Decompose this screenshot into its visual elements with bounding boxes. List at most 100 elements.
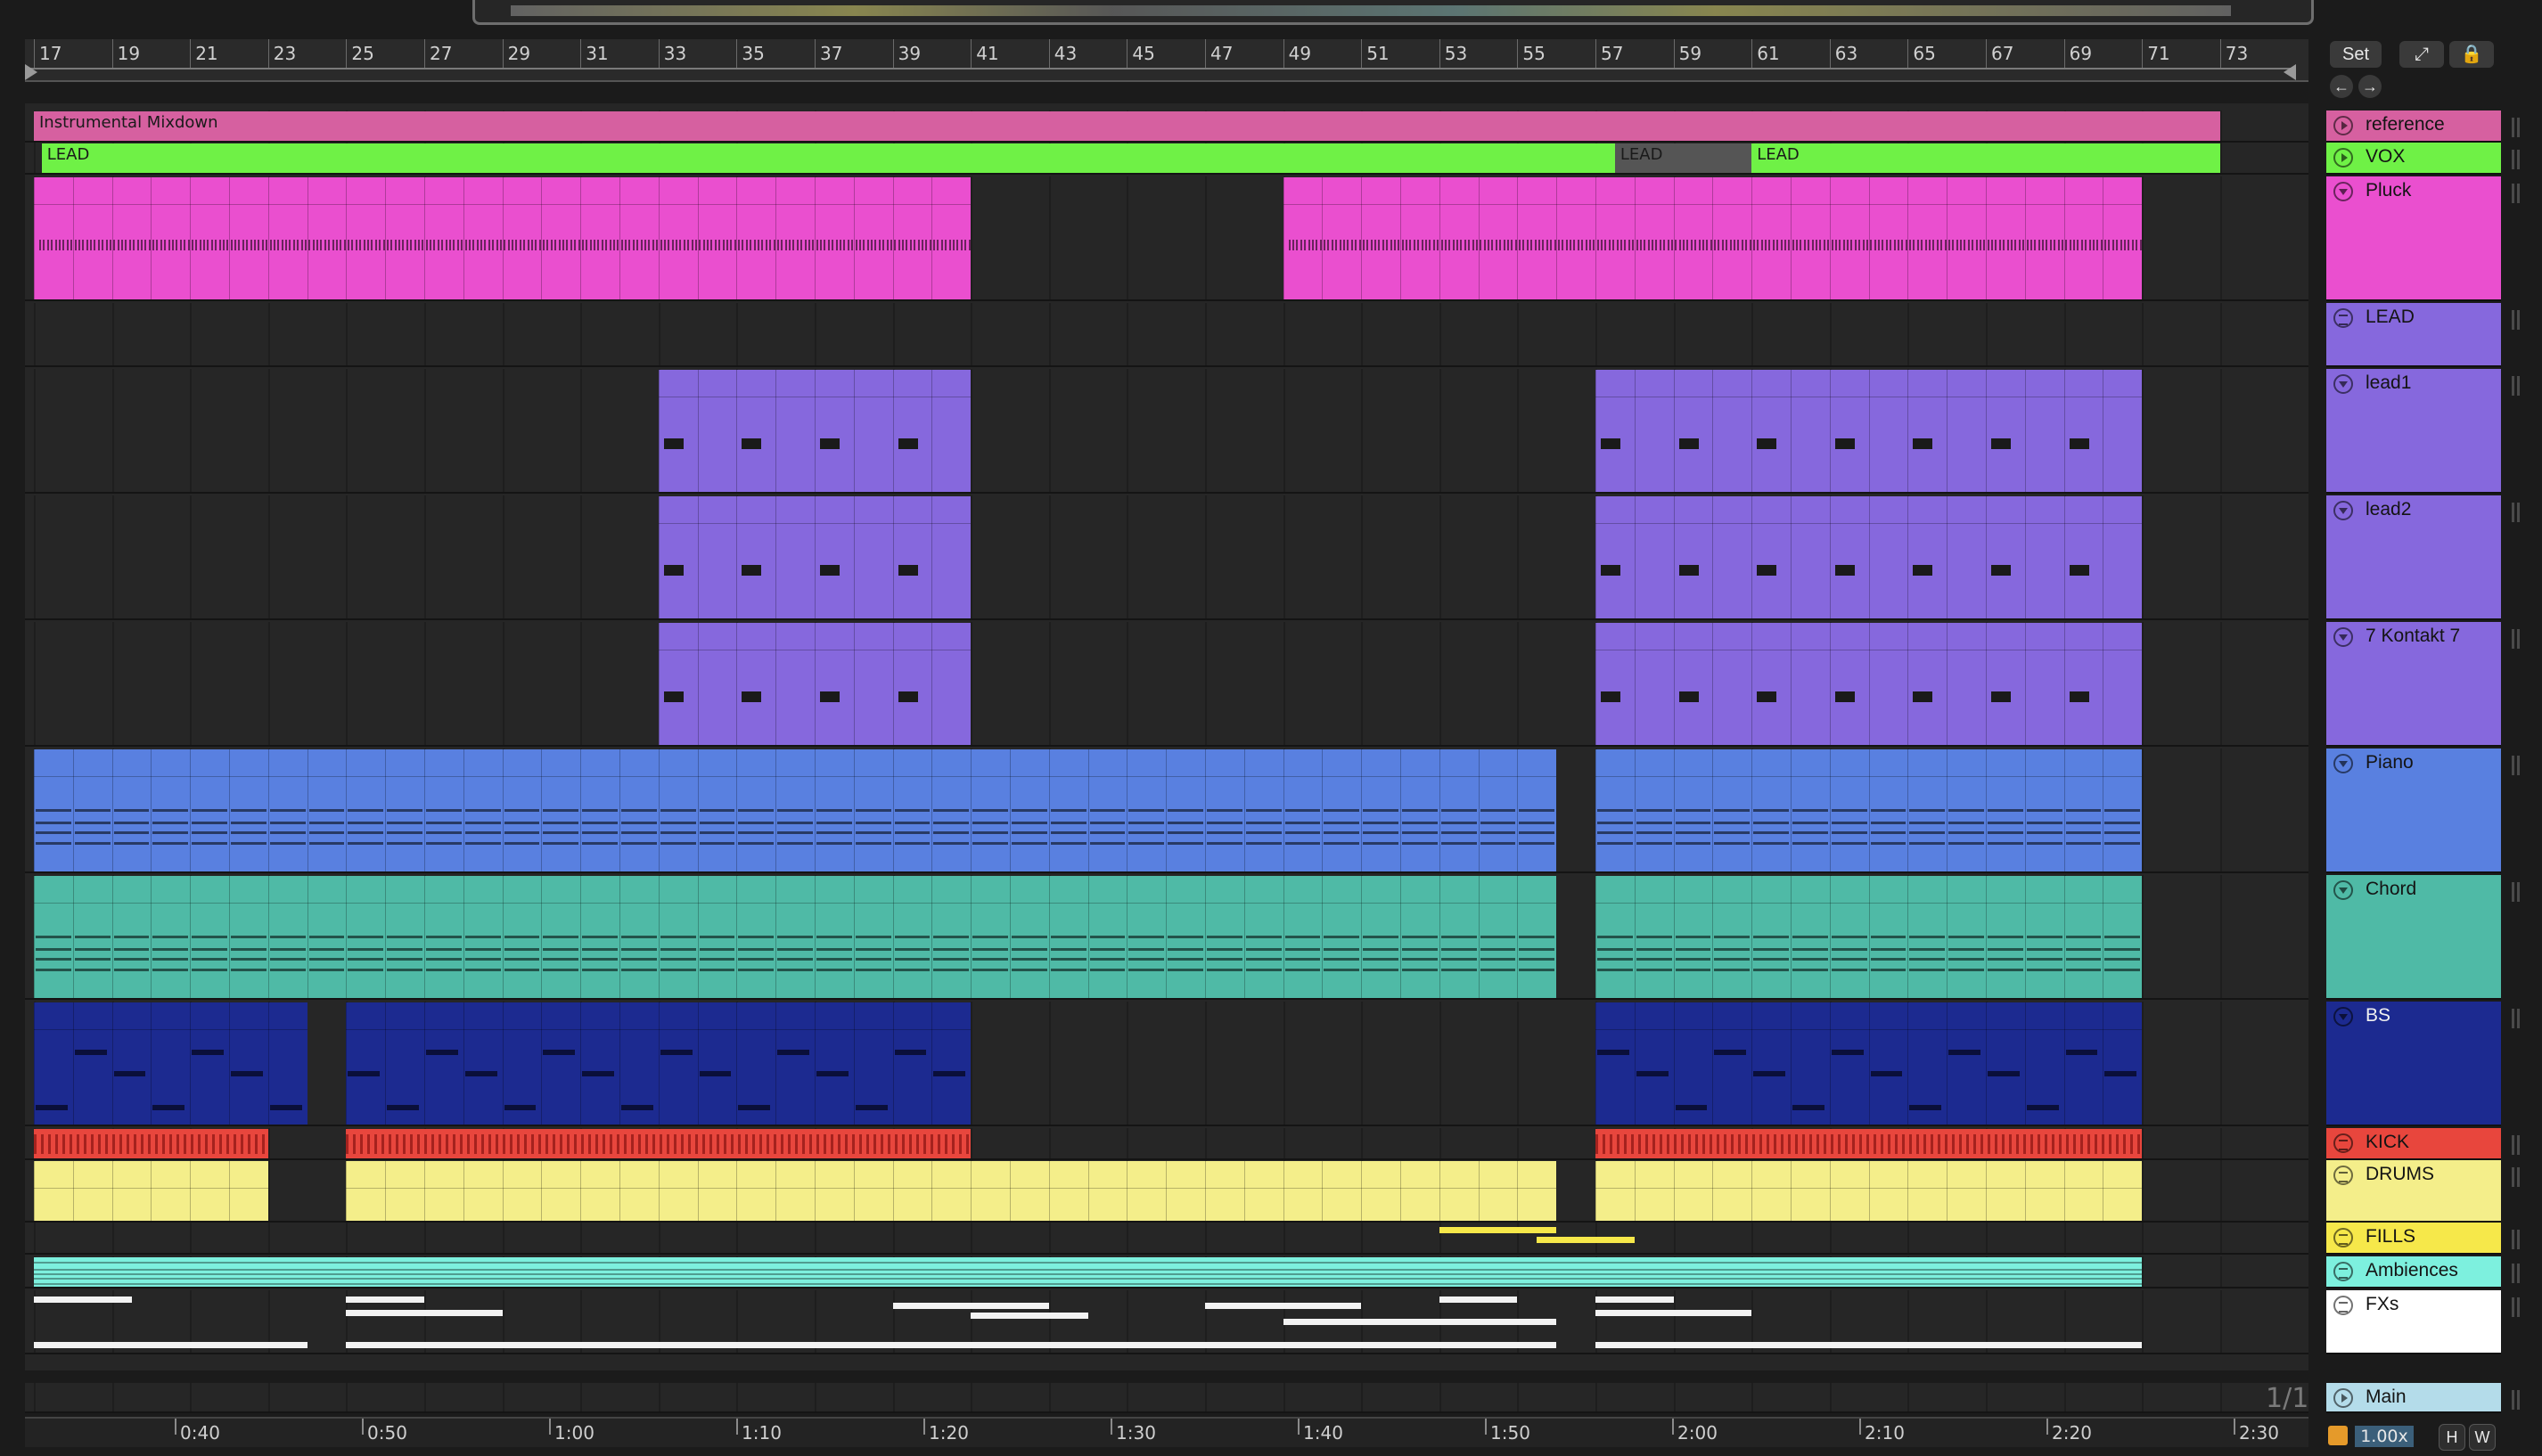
fx-clip[interactable] (346, 1309, 503, 1316)
fold-icon[interactable] (2333, 1007, 2353, 1027)
fx-clip[interactable] (34, 1296, 132, 1304)
track-resize-handle[interactable] (2512, 1223, 2522, 1255)
track-header-fills[interactable]: FILLS (2326, 1223, 2501, 1255)
track-header-drums[interactable]: DRUMS (2326, 1160, 2501, 1223)
cpu-meter-icon[interactable] (2328, 1426, 2348, 1445)
clip[interactable]: Instrumental Mixdown (34, 111, 2220, 141)
clip[interactable] (1283, 177, 2143, 299)
h-button[interactable]: H (2439, 1424, 2465, 1451)
fold-icon[interactable] (2333, 754, 2353, 773)
clip[interactable] (1595, 749, 2143, 871)
track-header-kick[interactable]: KICK (2326, 1128, 2501, 1160)
clip[interactable] (1595, 496, 2143, 618)
track-resize-handle[interactable] (2512, 1002, 2522, 1126)
track-lane[interactable] (25, 1160, 2308, 1223)
fx-clip[interactable] (1439, 1296, 1518, 1304)
fold-icon[interactable] (2333, 182, 2353, 201)
fx-clip[interactable] (1595, 1296, 1674, 1304)
track-lane[interactable] (25, 748, 2308, 873)
clip[interactable] (346, 1161, 972, 1221)
clip[interactable] (34, 1257, 2143, 1287)
track-header-bs[interactable]: BS (2326, 1002, 2501, 1126)
track-lane[interactable] (25, 1128, 2308, 1160)
track-resize-handle[interactable] (2512, 369, 2522, 494)
group-icon[interactable] (2333, 308, 2353, 328)
track-header-7-kontakt-7[interactable]: 7 Kontakt 7 (2326, 622, 2501, 747)
fx-clip[interactable] (892, 1303, 1049, 1310)
clip[interactable] (34, 1161, 268, 1221)
track-header-reference[interactable]: reference (2326, 110, 2501, 143)
track-lane[interactable] (25, 176, 2308, 301)
group-icon[interactable] (2333, 1228, 2353, 1247)
track-resize-handle[interactable] (2512, 1290, 2522, 1354)
track-lane[interactable] (25, 622, 2308, 747)
track-lane[interactable]: Instrumental Mixdown (25, 110, 2308, 143)
track-resize-handle[interactable] (2512, 1383, 2522, 1413)
clip[interactable]: LEAD (1751, 143, 2220, 173)
track-lane[interactable] (25, 875, 2308, 1000)
clip[interactable] (34, 1129, 268, 1158)
track-header-pluck[interactable]: Pluck (2326, 176, 2501, 301)
fx-clip[interactable] (34, 1341, 308, 1348)
zoom-value[interactable]: 1.00x (2355, 1426, 2414, 1447)
track-resize-handle[interactable] (2512, 110, 2522, 143)
clip[interactable] (1595, 623, 2143, 745)
fill-clip[interactable] (1439, 1227, 1557, 1234)
fold-icon[interactable] (2333, 627, 2353, 647)
track-header-lead2[interactable]: lead2 (2326, 495, 2501, 620)
track-header-ambiences[interactable]: Ambiences (2326, 1256, 2501, 1288)
fx-clip[interactable] (971, 1313, 1088, 1320)
track-resize-handle[interactable] (2512, 1160, 2522, 1223)
group-icon[interactable] (2333, 1133, 2353, 1153)
fx-clip[interactable] (346, 1296, 424, 1304)
track-resize-handle[interactable] (2512, 622, 2522, 747)
track-lane[interactable] (25, 1290, 2308, 1354)
track-lane[interactable] (25, 369, 2308, 494)
track-header-piano[interactable]: Piano (2326, 748, 2501, 873)
clip[interactable] (1595, 370, 2143, 492)
track-header-main[interactable]: Main (2326, 1383, 2501, 1413)
fill-clip[interactable] (1537, 1237, 1635, 1244)
track-header-lead1[interactable]: lead1 (2326, 369, 2501, 494)
clip[interactable] (1595, 1161, 2143, 1221)
clip[interactable] (346, 1002, 972, 1125)
w-button[interactable]: W (2469, 1424, 2496, 1451)
track-lane[interactable] (25, 303, 2308, 367)
clip[interactable] (346, 1129, 972, 1158)
clip[interactable] (1595, 1002, 2143, 1125)
clip[interactable] (1595, 876, 2143, 998)
fx-clip[interactable] (1595, 1309, 1752, 1316)
clip[interactable] (34, 749, 1557, 871)
fx-clip[interactable] (1283, 1319, 1557, 1326)
play-icon[interactable] (2333, 1388, 2353, 1408)
clip[interactable] (34, 876, 1557, 998)
fx-clip[interactable] (1595, 1341, 2143, 1348)
track-resize-handle[interactable] (2512, 143, 2522, 175)
clip[interactable] (971, 1161, 1557, 1221)
play-icon[interactable] (2333, 148, 2353, 168)
track-lane[interactable] (25, 1256, 2308, 1288)
track-header-chord[interactable]: Chord (2326, 875, 2501, 1000)
track-resize-handle[interactable] (2512, 748, 2522, 873)
clip[interactable] (658, 496, 972, 618)
track-lane[interactable] (25, 1383, 2308, 1413)
fold-icon[interactable] (2333, 880, 2353, 900)
clip[interactable] (1595, 1129, 2143, 1158)
clip[interactable] (34, 177, 972, 299)
track-lane[interactable] (25, 1223, 2308, 1255)
track-resize-handle[interactable] (2512, 1128, 2522, 1160)
track-resize-handle[interactable] (2512, 875, 2522, 1000)
group-icon[interactable] (2333, 1296, 2353, 1315)
track-header-lead[interactable]: LEAD (2326, 303, 2501, 367)
track-header-fxs[interactable]: FXs (2326, 1290, 2501, 1354)
clip[interactable] (658, 623, 972, 745)
track-lane[interactable] (25, 1002, 2308, 1126)
clip[interactable]: LEAD (1614, 143, 1752, 173)
track-lane[interactable]: LEAD LEAD LEAD (25, 143, 2308, 175)
clip[interactable] (658, 370, 972, 492)
track-resize-handle[interactable] (2512, 1256, 2522, 1288)
track-resize-handle[interactable] (2512, 303, 2522, 367)
play-icon[interactable] (2333, 116, 2353, 135)
group-icon[interactable] (2333, 1166, 2353, 1185)
time-ruler[interactable]: 0:40 0:50 1:00 1:10 1:20 1:30 1:40 1:50 2:00 2:10… (25, 1417, 2308, 1447)
